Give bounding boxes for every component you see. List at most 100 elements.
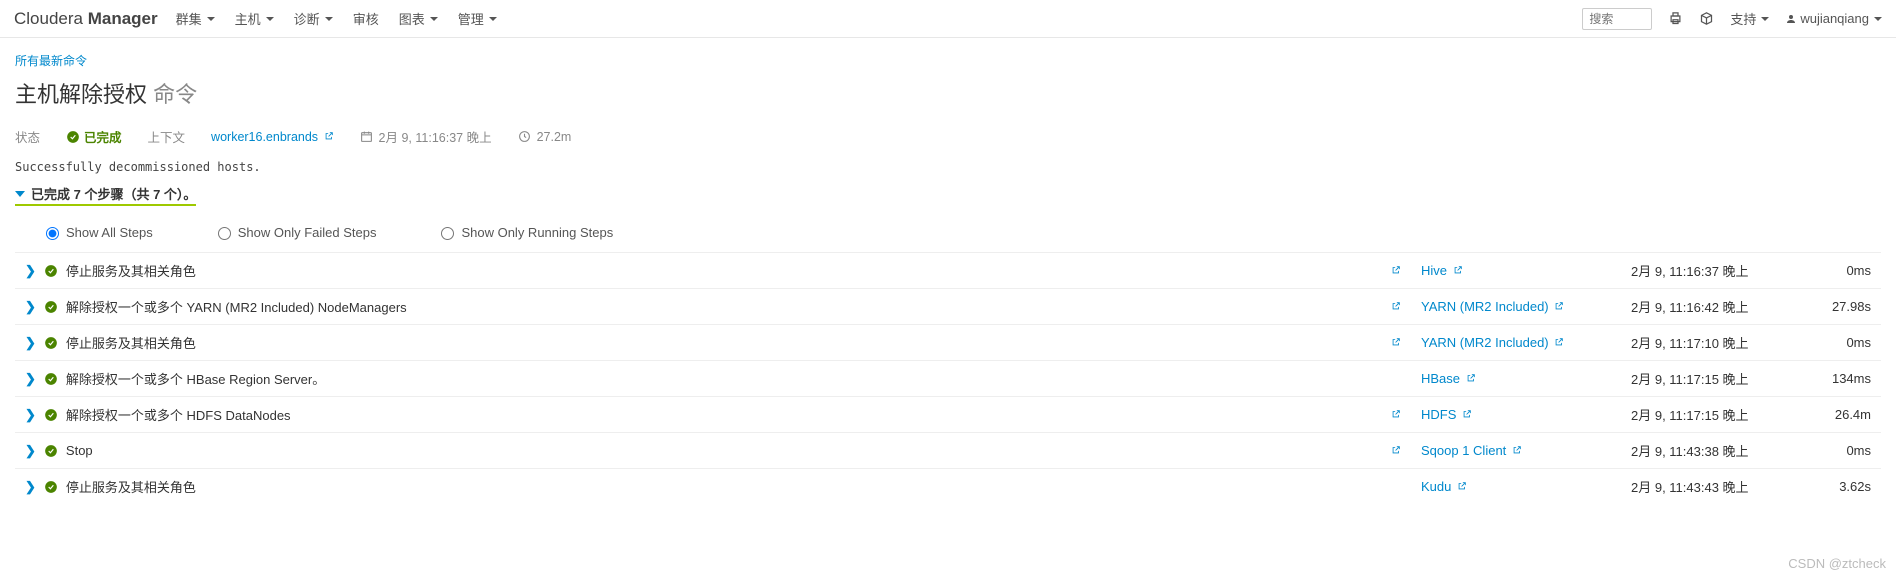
steps-table: ❯停止服务及其相关角色Hive 2月 9, 11:16:37 晚上0ms❯解除授…: [15, 252, 1881, 504]
step-time: 2月 9, 11:17:15 晚上: [1621, 361, 1801, 397]
table-row: ❯ 解除授权一个或多个 HBase Region Server。 HBase 2月 …: [15, 361, 1881, 397]
check-circle-icon: [44, 443, 58, 459]
caret-icon: [266, 17, 274, 21]
step-duration: 0ms: [1801, 253, 1881, 289]
nav-hosts[interactable]: 主机: [235, 9, 274, 28]
step-time: 2月 9, 11:17:15 晚上: [1621, 397, 1801, 433]
expand-icon[interactable]: ❯: [25, 263, 36, 279]
step-duration: 0ms: [1801, 433, 1881, 469]
service-link[interactable]: YARN (MR2 Included): [1421, 299, 1564, 314]
steps-summary-toggle[interactable]: 已完成 7 个步骤（共 7 个）。: [15, 184, 196, 206]
service-link[interactable]: Hive: [1421, 263, 1463, 278]
expand-icon[interactable]: ❯: [25, 335, 36, 351]
table-row: ❯ 停止服务及其相关角色 YARN (MR2 Included) 2月 9, 11:…: [15, 325, 1881, 361]
nav-admin[interactable]: 管理: [458, 9, 497, 28]
duration-info: 27.2m: [518, 130, 572, 144]
context-link[interactable]: worker16.enbrands: [211, 130, 334, 144]
filter-all[interactable]: Show All Steps: [41, 224, 153, 240]
table-row: ❯ 停止服务及其相关角色 Hive 2月 9, 11:16:37 晚上0ms: [15, 253, 1881, 289]
context-label: 上下文: [148, 127, 186, 146]
expand-icon[interactable]: ❯: [25, 299, 36, 315]
step-name: 停止服务及其相关角色: [66, 261, 196, 280]
print-icon[interactable]: [1668, 11, 1683, 26]
service-link[interactable]: HDFS: [1421, 407, 1472, 422]
info-row: 状态 已完成 上下文 worker16.enbrands 2月 9, 11:16…: [15, 127, 1881, 146]
nav-support[interactable]: 支持: [1730, 9, 1769, 28]
service-link[interactable]: YARN (MR2 Included): [1421, 335, 1564, 350]
nav-clusters[interactable]: 群集: [176, 9, 215, 28]
breadcrumb[interactable]: 所有最新命令: [15, 52, 1881, 69]
check-circle-icon: [44, 371, 58, 387]
calendar-icon: [360, 130, 373, 143]
step-name: 解除授权一个或多个 HDFS DataNodes: [66, 405, 291, 424]
brand-bold: Manager: [88, 9, 158, 28]
chevron-down-icon: [15, 191, 25, 197]
clock-icon: [518, 130, 531, 143]
step-duration: 0ms: [1801, 325, 1881, 361]
page-title: 主机解除授权 命令: [15, 77, 1881, 109]
brand-light: Cloudera: [14, 9, 88, 28]
time-info: 2月 9, 11:16:37 晚上: [360, 127, 492, 146]
step-name: Stop: [66, 443, 93, 458]
step-time: 2月 9, 11:16:37 晚上: [1621, 253, 1801, 289]
brand[interactable]: Cloudera Manager: [14, 9, 158, 29]
step-name: 停止服务及其相关角色: [66, 333, 196, 352]
step-filters: Show All Steps Show Only Failed Steps Sh…: [15, 220, 1881, 252]
step-external-link[interactable]: [1389, 263, 1401, 278]
step-external-link[interactable]: [1389, 299, 1401, 314]
nav-user[interactable]: wujianqiang: [1785, 11, 1882, 26]
content: 所有最新命令 主机解除授权 命令 状态 已完成 上下文 worker16.enb…: [0, 38, 1896, 514]
state-label: 状态: [15, 127, 40, 146]
expand-icon[interactable]: ❯: [25, 443, 36, 459]
service-link[interactable]: HBase: [1421, 371, 1476, 386]
table-row: ❯ 停止服务及其相关角色 Kudu 2月 9, 11:43:43 晚上3.62s: [15, 469, 1881, 505]
nav-diagnostics[interactable]: 诊断: [294, 9, 333, 28]
service-link[interactable]: Kudu: [1421, 479, 1467, 494]
check-circle-icon: [44, 407, 58, 423]
table-row: ❯ 解除授权一个或多个 YARN (MR2 Included) NodeManag…: [15, 289, 1881, 325]
search-input[interactable]: [1582, 8, 1652, 30]
caret-icon: [489, 17, 497, 21]
step-external-link[interactable]: [1389, 443, 1401, 458]
expand-icon[interactable]: ❯: [25, 371, 36, 387]
step-duration: 3.62s: [1801, 469, 1881, 505]
nav-charts[interactable]: 图表: [399, 9, 438, 28]
service-link[interactable]: Sqoop 1 Client: [1421, 443, 1522, 458]
user-icon: [1785, 13, 1797, 25]
step-name: 解除授权一个或多个 YARN (MR2 Included) NodeManage…: [66, 297, 407, 316]
step-external-link[interactable]: [1389, 335, 1401, 350]
parcels-icon[interactable]: [1699, 11, 1714, 26]
nav-left: 群集 主机 诊断 审核 图表 管理: [176, 9, 497, 28]
step-time: 2月 9, 11:43:43 晚上: [1621, 469, 1801, 505]
step-duration: 26.4m: [1801, 397, 1881, 433]
caret-icon: [207, 17, 215, 21]
step-duration: 27.98s: [1801, 289, 1881, 325]
check-circle-icon: [44, 335, 58, 351]
step-external-link[interactable]: [1389, 407, 1401, 422]
check-circle-icon: [66, 130, 80, 144]
result-message: Successfully decommissioned hosts.: [15, 160, 1881, 174]
navbar: Cloudera Manager 群集 主机 诊断 审核 图表 管理 支持 wu…: [0, 0, 1896, 38]
step-time: 2月 9, 11:17:10 晚上: [1621, 325, 1801, 361]
step-name: 解除授权一个或多个 HBase Region Server。: [66, 369, 325, 388]
nav-audit[interactable]: 审核: [353, 9, 379, 28]
caret-icon: [430, 17, 438, 21]
check-circle-icon: [44, 263, 58, 279]
filter-running[interactable]: Show Only Running Steps: [436, 224, 613, 240]
caret-icon: [1761, 17, 1769, 21]
check-circle-icon: [44, 479, 58, 495]
step-name: 停止服务及其相关角色: [66, 477, 196, 496]
table-row: ❯ Stop Sqoop 1 Client 2月 9, 11:43:38 晚上0ms: [15, 433, 1881, 469]
table-row: ❯ 解除授权一个或多个 HDFS DataNodes HDFS 2月 9, 11:1…: [15, 397, 1881, 433]
filter-failed[interactable]: Show Only Failed Steps: [213, 224, 377, 240]
step-duration: 134ms: [1801, 361, 1881, 397]
state-value: 已完成: [66, 127, 122, 146]
expand-icon[interactable]: ❯: [25, 479, 36, 495]
external-link-icon: [324, 131, 334, 141]
step-time: 2月 9, 11:43:38 晚上: [1621, 433, 1801, 469]
caret-icon: [325, 17, 333, 21]
check-circle-icon: [44, 299, 58, 315]
watermark: CSDN @ztcheck: [1788, 556, 1886, 571]
caret-icon: [1874, 17, 1882, 21]
expand-icon[interactable]: ❯: [25, 407, 36, 423]
